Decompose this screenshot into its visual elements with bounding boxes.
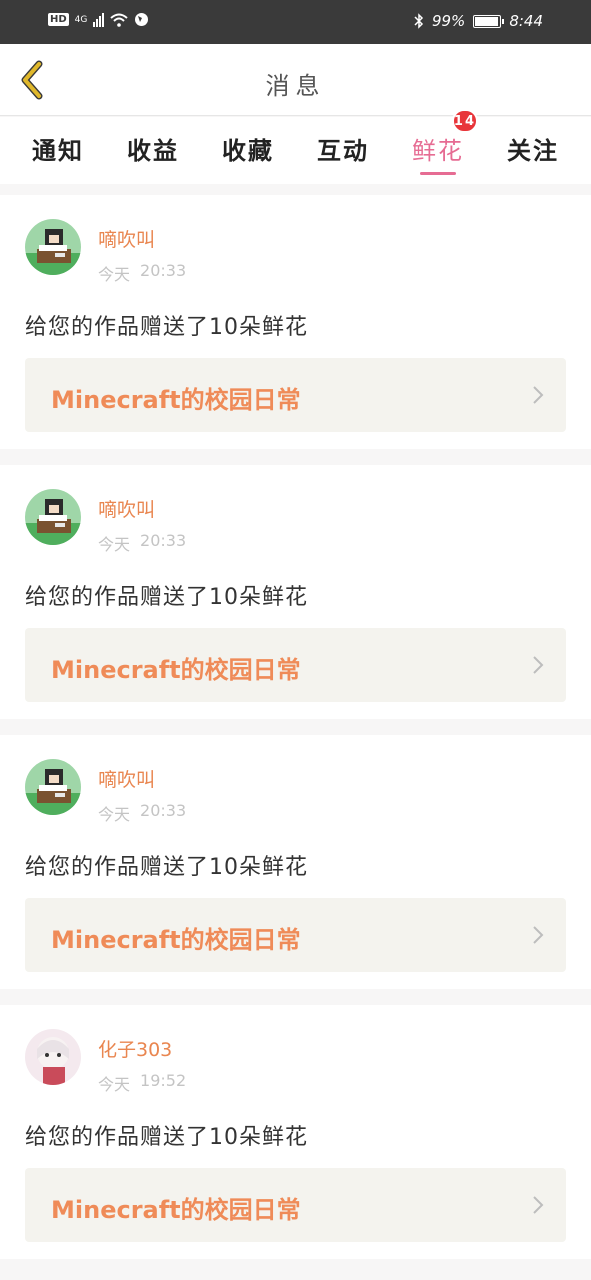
username[interactable]: 化子303 <box>98 1035 172 1062</box>
network-type: 4G <box>74 14 88 25</box>
avatar[interactable] <box>25 759 81 815</box>
status-bar: HD 4G 99% 8:44 <box>0 0 591 44</box>
timestamp: 今天 19:52 <box>98 1071 187 1094</box>
username[interactable]: 嘀吹叫 <box>98 225 155 252</box>
list-item: 嘀吹叫 今天 20:33 给您的作品赠送了10朵鲜花 Minecraft的校园日… <box>0 465 591 719</box>
app-header: 消息 <box>0 44 591 116</box>
timestamp: 今天 20:33 <box>98 531 187 554</box>
unread-badge: 14 <box>451 109 478 133</box>
tab-bar: 通知 收益 收藏 互动 鲜花 14 关注 <box>0 109 591 184</box>
work-link[interactable]: Minecraft的校园日常 <box>25 898 566 972</box>
chevron-right-icon <box>533 386 544 404</box>
list-item: 嘀吹叫 今天 20:33 给您的作品赠送了10朵鲜花 Minecraft的校园日… <box>0 195 591 449</box>
tab-interactions[interactable]: 互动 <box>311 117 375 184</box>
active-tab-indicator <box>420 172 456 175</box>
tab-favorites[interactable]: 收藏 <box>216 117 280 184</box>
message-text: 给您的作品赠送了10朵鲜花 <box>25 1125 308 1150</box>
hd-badge: HD <box>48 13 69 26</box>
globe-icon <box>135 13 149 26</box>
chevron-right-icon <box>533 656 544 674</box>
username[interactable]: 嘀吹叫 <box>98 765 155 792</box>
page-title: 消息 <box>265 72 326 100</box>
message-text: 给您的作品赠送了10朵鲜花 <box>25 315 308 340</box>
message-list: 嘀吹叫 今天 20:33 给您的作品赠送了10朵鲜花 Minecraft的校园日… <box>0 195 591 1275</box>
work-title: Minecraft的校园日常 <box>51 1196 301 1224</box>
tab-notifications[interactable]: 通知 <box>26 117 90 184</box>
list-item: 嘀吹叫 今天 20:33 给您的作品赠送了10朵鲜花 Minecraft的校园日… <box>0 735 591 989</box>
avatar[interactable] <box>25 219 81 275</box>
tab-earnings[interactable]: 收益 <box>121 117 185 184</box>
tab-flowers[interactable]: 鲜花 14 <box>406 109 478 184</box>
chevron-right-icon <box>533 1196 544 1214</box>
work-link[interactable]: Minecraft的校园日常 <box>25 1168 566 1242</box>
wifi-icon <box>110 13 129 27</box>
timestamp: 今天 20:33 <box>98 801 187 824</box>
clock: 8:44 <box>509 12 543 30</box>
battery-percent: 99% <box>431 12 466 30</box>
work-title: Minecraft的校园日常 <box>51 386 301 414</box>
list-item: 化子303 今天 19:52 给您的作品赠送了10朵鲜花 Minecraft的校… <box>0 1005 591 1259</box>
avatar[interactable] <box>25 1029 81 1085</box>
timestamp: 今天 20:33 <box>98 261 187 284</box>
work-link[interactable]: Minecraft的校园日常 <box>25 358 566 432</box>
message-text: 给您的作品赠送了10朵鲜花 <box>25 585 308 610</box>
tab-following[interactable]: 关注 <box>501 117 565 184</box>
battery-icon <box>473 14 505 28</box>
work-title: Minecraft的校园日常 <box>51 656 301 684</box>
bluetooth-icon <box>414 13 424 29</box>
avatar[interactable] <box>25 489 81 545</box>
work-title: Minecraft的校园日常 <box>51 926 301 954</box>
signal-icon <box>93 12 105 27</box>
chevron-right-icon <box>533 926 544 944</box>
work-link[interactable]: Minecraft的校园日常 <box>25 628 566 702</box>
message-text: 给您的作品赠送了10朵鲜花 <box>25 855 308 880</box>
username[interactable]: 嘀吹叫 <box>98 495 155 522</box>
